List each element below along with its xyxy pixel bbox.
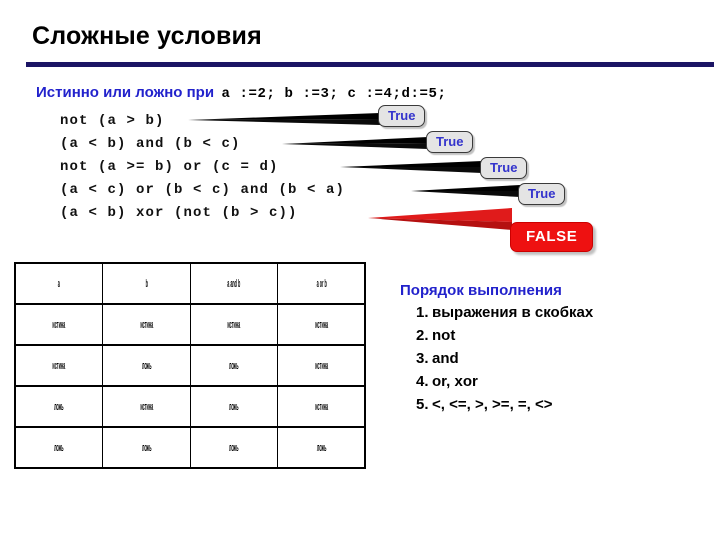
prompt-line: Истинно или ложно при a :=2; b :=3; c :=…	[36, 84, 447, 102]
table-header-cell: a and b	[218, 262, 249, 305]
order-item-number: 2.	[416, 327, 429, 344]
cell-text: истина	[314, 318, 328, 331]
order-item-label: or, xor	[432, 373, 478, 390]
table-cell: истина	[131, 385, 162, 428]
cell-text: ложь	[54, 400, 64, 413]
cell-text: истина	[52, 359, 66, 372]
table-cell: истина	[306, 344, 337, 387]
list-item: 4. or, xor	[400, 370, 710, 393]
table-cell: ложь	[218, 426, 249, 469]
result-callout-5: FALSE	[510, 222, 594, 252]
table-cell: ложь	[218, 344, 249, 387]
order-list: 1. выражения в скобках 2. not 3. and 4. …	[400, 301, 710, 416]
table-row: истина ложь ложь истина	[15, 344, 365, 387]
table-cell: истина	[43, 303, 74, 346]
title-divider	[26, 62, 714, 67]
expression-row: (a < b) xor (not (b > c))	[60, 200, 345, 223]
table-row: истина истина истина истина	[15, 303, 365, 346]
result-callout-3: True	[480, 157, 528, 179]
cell-text: ложь	[228, 359, 239, 372]
slide-canvas: Сложные условия Истинно или ложно при a …	[0, 0, 720, 540]
table-header-cell: a	[43, 262, 74, 305]
cell-text: истина	[139, 318, 153, 331]
cell-text: ложь	[141, 359, 152, 372]
cell-text: истина	[139, 400, 153, 413]
expression-row: (a < c) or (b < c) and (b < a)	[60, 177, 345, 200]
table-cell: истина	[306, 303, 337, 346]
table-cell: ложь	[43, 385, 74, 428]
expression-row: not (a >= b) or (c = d)	[60, 154, 345, 177]
order-of-operations-panel: Порядок выполнения 1. выражения в скобка…	[400, 282, 710, 416]
table-header-cell: a or b	[306, 262, 337, 305]
order-item-label: not	[432, 327, 456, 344]
cell-text: ложь	[228, 400, 239, 413]
table-cell: истина	[131, 303, 162, 346]
result-callout-1: True	[378, 105, 426, 127]
result-callout-4: True	[518, 183, 566, 205]
cell-text: ложь	[141, 441, 152, 454]
cell-text: ложь	[228, 441, 239, 454]
order-item-number: 3.	[416, 350, 429, 367]
table-cell: ложь	[131, 426, 162, 469]
cell-text: истина	[314, 400, 328, 413]
order-item-label: and	[432, 350, 459, 367]
expression-code: (a < b) and (b < c)	[60, 136, 241, 152]
order-item-number: 4.	[416, 373, 429, 390]
cell-text: ложь	[316, 441, 326, 454]
result-callout-2: True	[426, 131, 474, 153]
cell-text: истина	[314, 359, 328, 372]
expression-code: (a < c) or (b < c) and (b < a)	[60, 182, 346, 198]
order-item-number: 5.	[416, 396, 429, 413]
list-item: 5. <, <=, >, >=, =, <>	[400, 393, 710, 416]
cell-text: a or b	[316, 277, 327, 290]
list-item: 1. выражения в скобках	[400, 301, 710, 324]
cell-text: a	[57, 277, 60, 290]
truth-table: a b a and b a or b истина истина истина …	[14, 262, 366, 469]
order-item-label: <, <=, >, >=, =, <>	[432, 396, 553, 413]
table-row: ложь ложь ложь ложь	[15, 426, 365, 469]
order-item-number: 1.	[416, 304, 429, 321]
table-cell: ложь	[306, 426, 337, 469]
cell-text: истина	[52, 318, 66, 331]
prompt-label: Истинно или ложно при	[36, 84, 215, 101]
page-title: Сложные условия	[32, 22, 262, 50]
table-cell: ложь	[131, 344, 162, 387]
prompt-assignments: a :=2; b :=3; c :=4;d:=5;	[221, 86, 447, 102]
expression-list: not (a > b) (a < b) and (b < c) not (a >…	[60, 108, 345, 223]
expression-code: (a < b) xor (not (b > c))	[60, 205, 298, 221]
expression-row: not (a > b)	[60, 108, 345, 131]
expression-code: not (a > b)	[60, 113, 165, 129]
table-row: ложь истина ложь истина	[15, 385, 365, 428]
list-item: 2. not	[400, 324, 710, 347]
expression-row: (a < b) and (b < c)	[60, 131, 345, 154]
table-cell: ложь	[218, 385, 249, 428]
table-cell: ложь	[43, 426, 74, 469]
cell-text: b	[145, 277, 148, 290]
cell-text: истина	[227, 318, 241, 331]
table-header-row: a b a and b a or b	[15, 262, 365, 305]
list-item: 3. and	[400, 347, 710, 370]
cell-text: ложь	[54, 441, 64, 454]
order-panel-title: Порядок выполнения	[400, 282, 562, 299]
cell-text: a and b	[227, 277, 241, 290]
table-cell: истина	[218, 303, 249, 346]
table-cell: истина	[43, 344, 74, 387]
table-cell: истина	[306, 385, 337, 428]
table-header-cell: b	[131, 262, 162, 305]
order-item-label: выражения в скобках	[432, 304, 594, 321]
expression-code: not (a >= b) or (c = d)	[60, 159, 279, 175]
